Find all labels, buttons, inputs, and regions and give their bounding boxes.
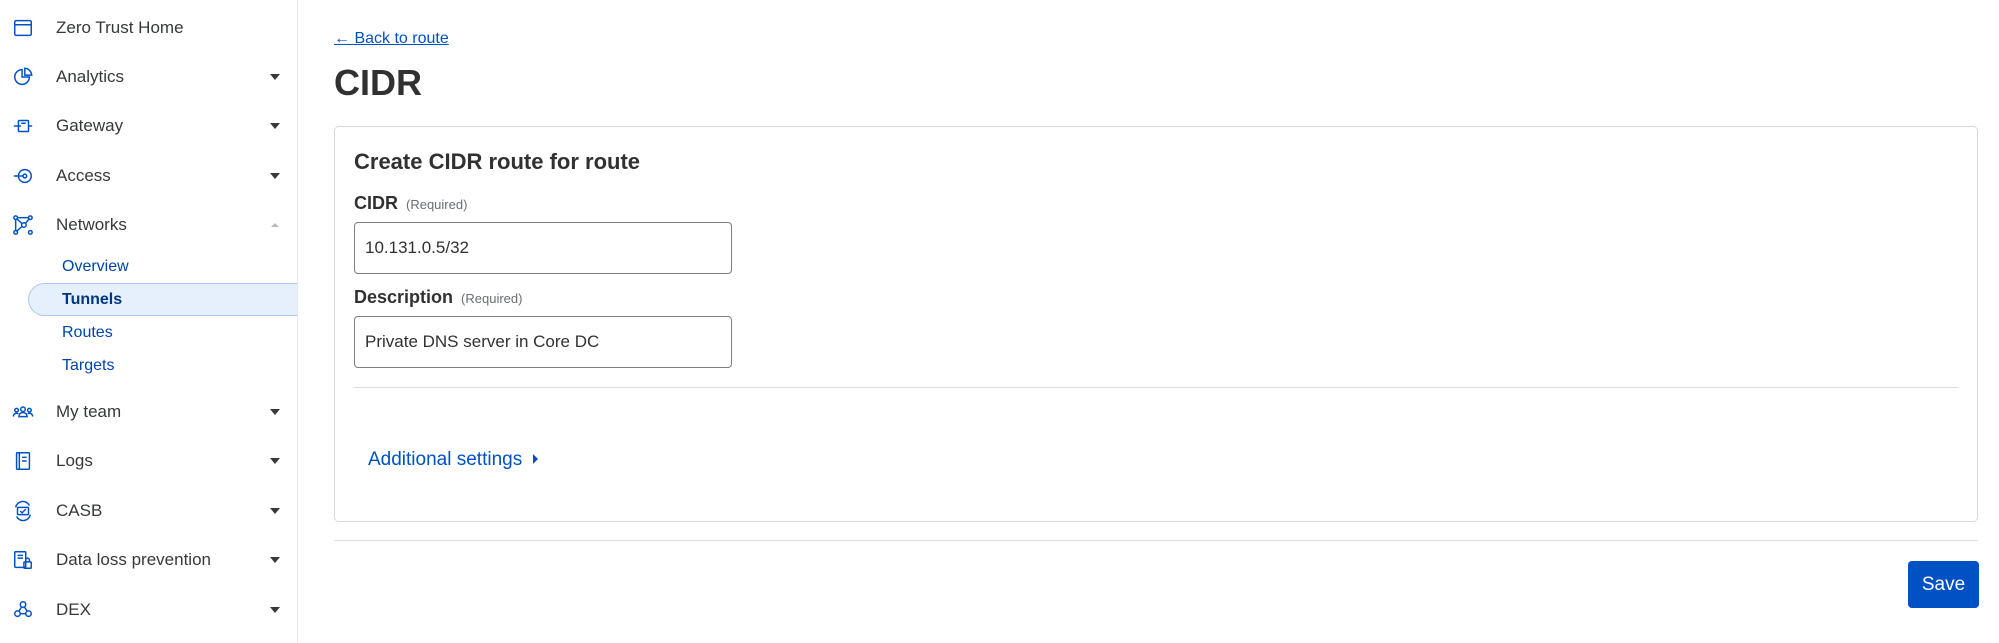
sidebar: Zero Trust Home Analytics Gateway Access…	[0, 0, 298, 643]
chevron-down-icon	[269, 406, 281, 418]
sidebar-subitem-label: Targets	[62, 356, 115, 374]
create-cidr-route-card: Create CIDR route for route CIDR (Require…	[334, 126, 1978, 522]
sidebar-subitem-label: Routes	[62, 323, 113, 341]
required-hint: (Required)	[406, 197, 468, 212]
sidebar-subitem-routes[interactable]: Routes	[28, 316, 297, 349]
sidebar-item-label: CASB	[56, 501, 103, 520]
sidebar-item-label: Zero Trust Home	[56, 18, 184, 37]
sidebar-item-label: Logs	[56, 451, 93, 470]
sidebar-item-access[interactable]: Access	[0, 156, 297, 196]
description-label-text: Description	[354, 287, 454, 307]
save-button[interactable]: Save	[1908, 561, 1979, 608]
sidebar-item-label: Analytics	[56, 67, 125, 86]
sidebar-item-label: Access	[56, 166, 111, 185]
chevron-down-icon	[269, 71, 281, 83]
sidebar-item-label: DEX	[56, 600, 91, 619]
back-to-route-link[interactable]: ← Back to route	[334, 30, 449, 48]
sidebar-item-logs[interactable]: Logs	[0, 441, 297, 481]
cidr-field-label: CIDR (Required)	[354, 193, 467, 214]
required-hint: (Required)	[461, 291, 523, 306]
sidebar-subitem-tunnels[interactable]: Tunnels	[28, 283, 297, 316]
sidebar-item-gateway[interactable]: Gateway	[0, 106, 297, 146]
dex-icon	[11, 598, 35, 622]
divider	[334, 540, 1978, 541]
sidebar-item-label: Networks	[56, 215, 127, 234]
networks-icon	[11, 213, 35, 237]
card-title: Create CIDR route for route	[354, 149, 641, 174]
chevron-down-icon	[269, 505, 281, 517]
chevron-up-icon	[269, 219, 281, 231]
chevron-down-icon	[269, 455, 281, 467]
logs-icon	[11, 449, 35, 473]
additional-settings-label: Additional settings	[368, 449, 523, 470]
gateway-icon	[11, 114, 35, 138]
sidebar-item-networks[interactable]: Networks	[0, 205, 297, 245]
sidebar-item-dex[interactable]: DEX	[0, 590, 297, 630]
access-icon	[11, 164, 35, 188]
caret-right-icon	[532, 449, 539, 471]
divider	[354, 387, 1958, 388]
sidebar-item-label: My team	[56, 402, 122, 421]
chevron-down-icon	[269, 170, 281, 182]
casb-icon	[11, 499, 35, 523]
sidebar-item-data-loss-prevention[interactable]: Data loss prevention	[0, 540, 297, 580]
chevron-down-icon	[269, 120, 281, 132]
sidebar-subitem-targets[interactable]: Targets	[28, 349, 297, 382]
chevron-down-icon	[269, 554, 281, 566]
sidebar-item-casb[interactable]: CASB	[0, 491, 297, 531]
sidebar-subitem-label: Overview	[62, 257, 129, 275]
sidebar-item-label: Data loss prevention	[56, 550, 211, 569]
sidebar-subitem-overview[interactable]: Overview	[28, 250, 297, 283]
page-title: CIDR	[334, 62, 422, 103]
description-input[interactable]	[354, 316, 732, 368]
sidebar-item-my-team[interactable]: My team	[0, 392, 297, 432]
team-icon	[11, 400, 35, 424]
chevron-down-icon	[269, 604, 281, 616]
sidebar-subitem-label: Tunnels	[62, 290, 123, 308]
home-window-icon	[11, 16, 35, 40]
sidebar-item-zero-trust-home[interactable]: Zero Trust Home	[0, 8, 297, 48]
app: Zero Trust Home Analytics Gateway Access…	[0, 0, 1999, 643]
sidebar-item-label: Gateway	[56, 116, 124, 135]
cidr-label-text: CIDR	[354, 193, 398, 213]
additional-settings-toggle[interactable]: Additional settings	[368, 449, 539, 471]
sidebar-item-analytics[interactable]: Analytics	[0, 57, 297, 97]
analytics-pie-icon	[11, 65, 35, 89]
description-field-label: Description (Required)	[354, 287, 522, 308]
main-content: ← Back to route CIDR Create CIDR route f…	[298, 0, 1999, 643]
dlp-icon	[11, 548, 35, 572]
cidr-input[interactable]	[354, 222, 732, 274]
